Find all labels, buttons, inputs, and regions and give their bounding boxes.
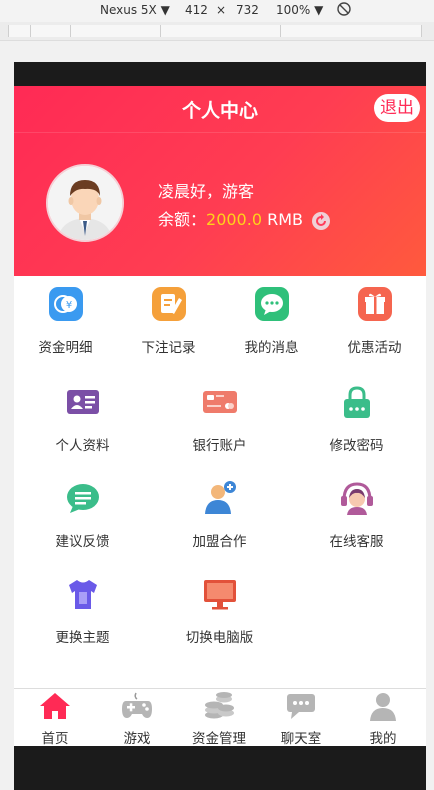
svg-text:¥: ¥ — [65, 300, 71, 311]
fund-detail-icon: ¥ — [48, 287, 83, 321]
nav-label: 游戏 — [123, 731, 151, 747]
nav-home[interactable]: 首页 — [14, 689, 96, 747]
nav-label: 首页 — [41, 731, 69, 747]
logout-button[interactable]: 退出 — [374, 94, 420, 122]
menu-label: 修改密码 — [329, 438, 384, 454]
gift-icon — [357, 287, 392, 321]
device-select[interactable]: Nexus 5X ▼ — [100, 3, 170, 17]
system-nav-bar — [14, 746, 426, 790]
menu-profile[interactable]: 个人资料 — [14, 384, 151, 474]
menu-label: 切换电脑版 — [185, 630, 254, 646]
headset-icon — [340, 482, 373, 515]
bottom-nav: 首页 游戏 资金管理 聊天室 我的 — [14, 688, 426, 747]
phone-viewport: 个人中心 退出 凌晨好，游客 余额：2000.0 RMB ¥ 资金明细 下注记录… — [14, 62, 426, 790]
menu-desktop-version[interactable]: 切换电脑版 — [151, 576, 288, 666]
menu-bet-record[interactable]: 下注记录 — [117, 286, 220, 376]
devtools-toolbar: Nexus 5X ▼ 412 × 732 100% ▼ — [0, 0, 434, 22]
tshirt-icon — [68, 580, 97, 609]
balance-label: 余额： — [158, 210, 207, 229]
currency-label: RMB — [267, 210, 303, 229]
nav-me[interactable]: 我的 — [342, 689, 424, 747]
add-user-icon — [204, 481, 236, 514]
profile-header: 个人中心 退出 凌晨好，游客 余额：2000.0 RMB — [14, 86, 426, 276]
menu-label: 建议反馈 — [55, 534, 110, 550]
menu-label: 优惠活动 — [347, 340, 402, 356]
nav-chatroom[interactable]: 聊天室 — [260, 689, 342, 747]
menu-change-theme[interactable]: 更换主题 — [14, 576, 151, 666]
coins-icon — [205, 692, 234, 719]
nav-fund-management[interactable]: 资金管理 — [178, 689, 260, 747]
dimension-separator: × — [216, 3, 227, 17]
balance-line: 余额：2000.0 RMB — [158, 206, 331, 230]
top-bar: 个人中心 退出 — [14, 86, 426, 133]
menu-label: 资金明细 — [38, 340, 93, 356]
media-query-ruler — [0, 22, 434, 41]
menu-label: 个人资料 — [55, 438, 110, 454]
menu-label: 加盟合作 — [192, 534, 247, 550]
menu-partnership[interactable]: 加盟合作 — [151, 480, 288, 570]
menu-label: 我的消息 — [244, 340, 299, 356]
lock-icon — [343, 386, 370, 418]
menu-row-2: 个人资料 银行账户 修改密码 — [14, 384, 426, 474]
nav-label: 资金管理 — [192, 731, 246, 747]
viewport-height[interactable]: 732 — [236, 3, 259, 17]
menu-row-1: ¥ 资金明细 下注记录 我的消息 优惠活动 — [14, 286, 426, 376]
menu-row-4: 更换主题 切换电脑版 — [14, 576, 426, 666]
refresh-balance-icon[interactable] — [312, 211, 331, 230]
menu-label: 银行账户 — [192, 438, 247, 454]
menu-my-messages[interactable]: 我的消息 — [220, 286, 323, 376]
bank-card-icon — [202, 391, 237, 413]
bet-record-icon — [151, 287, 186, 321]
home-icon — [40, 693, 70, 719]
menu-label: 更换主题 — [55, 630, 110, 646]
menu-promotions[interactable]: 优惠活动 — [323, 286, 426, 376]
gamepad-icon — [122, 692, 152, 718]
page-title: 个人中心 — [181, 100, 258, 122]
nav-label: 聊天室 — [280, 731, 322, 747]
viewport-width[interactable]: 412 — [185, 3, 208, 17]
zoom-select[interactable]: 100% ▼ — [276, 3, 323, 17]
chat-icon — [287, 694, 315, 719]
balance-amount: 2000.0 — [206, 210, 262, 229]
nav-games[interactable]: 游戏 — [96, 689, 178, 747]
nav-label: 我的 — [369, 731, 397, 747]
menu-label: 下注记录 — [141, 340, 196, 356]
user-icon — [370, 693, 396, 721]
menu-fund-detail[interactable]: ¥ 资金明细 — [14, 286, 117, 376]
menu-feedback[interactable]: 建议反馈 — [14, 480, 151, 570]
menu-row-3: 建议反馈 加盟合作 在线客服 — [14, 480, 426, 570]
greeting-text: 凌晨好，游客 — [158, 182, 255, 201]
status-bar — [14, 62, 426, 86]
menu-customer-service[interactable]: 在线客服 — [288, 480, 425, 570]
rotate-icon[interactable] — [336, 1, 352, 20]
avatar[interactable] — [46, 164, 124, 242]
monitor-icon — [203, 580, 236, 610]
message-icon — [254, 287, 289, 321]
menu-label: 在线客服 — [329, 534, 384, 550]
feedback-icon — [66, 484, 99, 513]
id-card-icon — [66, 390, 99, 414]
menu-bank-account[interactable]: 银行账户 — [151, 384, 288, 474]
menu-change-password[interactable]: 修改密码 — [288, 384, 425, 474]
